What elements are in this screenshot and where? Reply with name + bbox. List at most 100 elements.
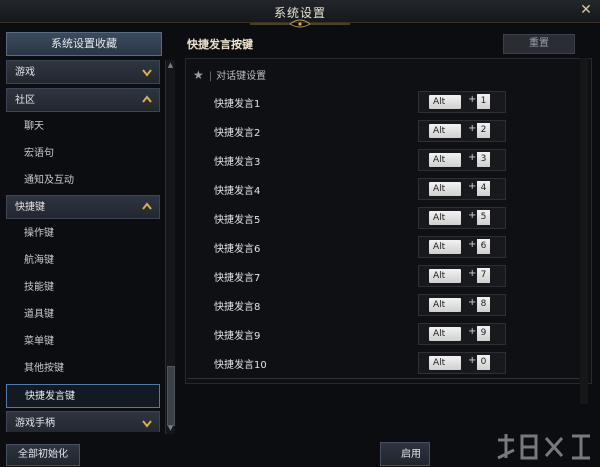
chevron-up-icon	[142, 95, 152, 103]
close-icon[interactable]: ✕	[578, 2, 594, 18]
hotkey-binding-field[interactable]: Alt +1	[418, 91, 506, 113]
hotkey-binding-field[interactable]: Alt +6	[418, 236, 506, 258]
modifier-key: Alt	[429, 153, 461, 167]
scroll-down-icon[interactable]: ▼	[166, 424, 175, 433]
sidebar-item-label: 菜单键	[24, 336, 54, 347]
section-title: 对话键设置	[216, 71, 267, 82]
hotkey-binding-field[interactable]: Alt +0	[418, 352, 506, 374]
hotkey-key: 0	[477, 355, 490, 370]
plus-sign: +	[468, 239, 477, 250]
modifier-key: Alt	[429, 211, 461, 225]
hotkey-binding-field[interactable]: Alt +4	[418, 178, 506, 200]
modifier-key: Alt	[429, 356, 461, 370]
sidebar-category-game[interactable]: 游戏	[6, 60, 160, 84]
scroll-up-icon[interactable]: ▲	[166, 61, 175, 70]
hotkey-binding-field[interactable]: Alt +3	[418, 149, 506, 171]
sidebar-item-sailing-keys[interactable]: 航海键	[6, 249, 160, 273]
modifier-key: Alt	[429, 182, 461, 196]
sidebar-item-label: 技能键	[24, 282, 54, 293]
sidebar-item-notifications[interactable]: 通知及互动	[6, 169, 160, 193]
plus-sign: +	[468, 181, 477, 192]
plus-sign: +	[468, 94, 477, 105]
modifier-key: Alt	[429, 327, 461, 341]
plus-sign: +	[468, 326, 477, 337]
content-scrollbar[interactable]	[580, 58, 588, 404]
hotkey-label: 快捷发言10	[214, 360, 267, 371]
sidebar-item-label: 道具键	[24, 309, 54, 320]
sidebar-item-chat[interactable]: 聊天	[6, 115, 160, 139]
sidebar-item-label: 宏语句	[24, 148, 54, 159]
hotkey-label: 快捷发言7	[214, 273, 261, 284]
divider	[187, 378, 579, 379]
watermark-logo	[497, 434, 590, 460]
separator: |	[208, 71, 213, 82]
sidebar-item-other-keys[interactable]: 其他按键	[6, 357, 160, 381]
sidebar-item-label: 快捷键	[15, 202, 45, 213]
sidebar-item-label: 社区	[15, 95, 35, 106]
hotkey-binding-field[interactable]: Alt +7	[418, 265, 506, 287]
plus-sign: +	[468, 210, 477, 221]
plus-sign: +	[468, 297, 477, 308]
hotkey-binding-field[interactable]: Alt +8	[418, 294, 506, 316]
modifier-key: Alt	[429, 124, 461, 138]
title-bar: 系统设置 ✕	[0, 0, 600, 28]
favorites-button[interactable]: 系统设置收藏	[6, 32, 162, 56]
sidebar-item-label: 快捷发言键	[25, 391, 75, 402]
title-ornament-icon	[250, 19, 350, 28]
hotkey-binding-field[interactable]: Alt +9	[418, 323, 506, 345]
plus-sign: +	[468, 355, 477, 366]
sidebar-item-label: 游戏手柄	[15, 418, 55, 429]
hotkey-label: 快捷发言6	[214, 244, 261, 255]
star-icon[interactable]: ★	[193, 68, 204, 82]
plus-sign: +	[468, 152, 477, 163]
scrollbar-thumb[interactable]	[167, 366, 175, 426]
plus-sign: +	[468, 268, 477, 279]
hotkey-key: 8	[477, 297, 490, 312]
sidebar: 游戏 社区 聊天 宏语句 通知及互动 快捷键 操作键 航海键 技能键 道具键 菜…	[6, 60, 162, 432]
chevron-down-icon	[142, 420, 152, 428]
reset-button[interactable]: 重置	[503, 34, 575, 54]
modifier-key: Alt	[429, 269, 461, 283]
hotkey-key: 4	[477, 181, 490, 196]
sidebar-item-skill-keys[interactable]: 技能键	[6, 276, 160, 300]
plus-sign: +	[468, 123, 477, 134]
hotkey-binding-field[interactable]: Alt +2	[418, 120, 506, 142]
hotkey-label: 快捷发言5	[214, 215, 261, 226]
sidebar-item-quick-chat-keys[interactable]: 快捷发言键	[6, 384, 160, 408]
sidebar-item-item-keys[interactable]: 道具键	[6, 303, 160, 327]
hotkey-key: 9	[477, 326, 490, 341]
hotkey-key: 5	[477, 210, 490, 225]
sidebar-scrollbar[interactable]: ▲ ▼	[165, 60, 175, 434]
hotkey-label: 快捷发言9	[214, 331, 261, 342]
sidebar-item-label: 航海键	[24, 255, 54, 266]
hotkey-binding-field[interactable]: Alt +5	[418, 207, 506, 229]
sidebar-category-gamepad[interactable]: 游戏手柄	[6, 411, 160, 432]
hotkey-label: 快捷发言1	[214, 99, 261, 110]
sidebar-item-label: 其他按键	[24, 363, 64, 374]
modifier-key: Alt	[429, 95, 461, 109]
sidebar-category-hotkeys[interactable]: 快捷键	[6, 195, 160, 219]
hotkey-key: 3	[477, 152, 490, 167]
sidebar-item-menu-keys[interactable]: 菜单键	[6, 330, 160, 354]
reset-all-button[interactable]: 全部初始化	[6, 444, 80, 466]
page-title: 快捷发言按键	[187, 38, 253, 51]
sidebar-item-label: 聊天	[24, 121, 44, 132]
hotkey-key: 6	[477, 239, 490, 254]
hotkey-key: 1	[477, 94, 490, 109]
hotkey-label: 快捷发言8	[214, 302, 261, 313]
hotkey-key: 7	[477, 268, 490, 283]
chevron-up-icon	[142, 202, 152, 210]
modifier-key: Alt	[429, 240, 461, 254]
modifier-key: Alt	[429, 298, 461, 312]
hotkey-key: 2	[477, 123, 490, 138]
sidebar-item-operation-keys[interactable]: 操作键	[6, 222, 160, 246]
apply-button[interactable]: 启用	[380, 442, 430, 466]
sidebar-category-community[interactable]: 社区	[6, 88, 160, 112]
hotkey-label: 快捷发言4	[214, 186, 261, 197]
chevron-down-icon	[142, 69, 152, 77]
sidebar-item-label: 操作键	[24, 228, 54, 239]
sidebar-item-macro[interactable]: 宏语句	[6, 142, 160, 166]
section-header: ★ | 对话键设置	[193, 67, 266, 82]
sidebar-item-label: 游戏	[15, 67, 35, 78]
hotkey-label: 快捷发言3	[214, 157, 261, 168]
